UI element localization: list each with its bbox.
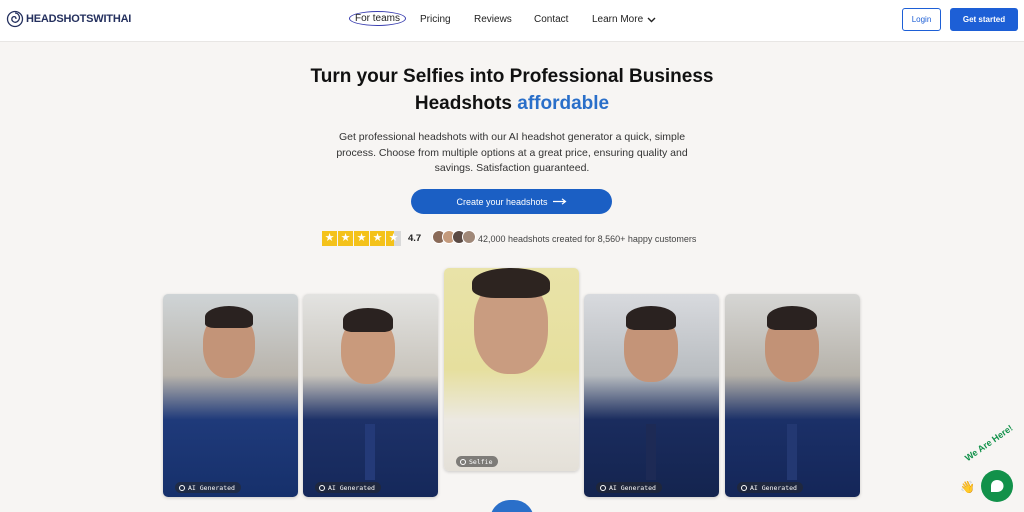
gallery-card-ai-4: AI Generated xyxy=(725,294,860,497)
image-tag-label: AI Generated xyxy=(328,483,375,492)
sparkle-icon xyxy=(600,484,606,491)
headshots-stat: 42,000 headshots created for 8,560+ happ… xyxy=(478,234,697,244)
image-tag-label: AI Generated xyxy=(188,483,235,492)
star-rating: ★ ★ ★ ★ ★ xyxy=(322,231,401,246)
nav-reviews[interactable]: Reviews xyxy=(474,14,512,25)
gallery-card-selfie: Selfie xyxy=(444,268,579,471)
image-tag-label: Selfie xyxy=(469,457,493,466)
chat-button[interactable] xyxy=(981,470,1013,502)
customer-avatars xyxy=(432,230,476,244)
get-started-button[interactable]: Get started xyxy=(950,8,1018,31)
nav-learn-more-label: Learn More xyxy=(592,14,644,25)
brand-logo[interactable]: HEADSHOTSWITHAI xyxy=(6,10,131,28)
image-tag: AI Generated xyxy=(315,482,381,493)
create-headshots-button[interactable]: Create your headshots xyxy=(411,189,612,214)
sparkle-icon xyxy=(319,484,325,491)
star-icon: ★ xyxy=(322,231,337,246)
hero-title-line2: Headshots affordable xyxy=(0,93,1024,115)
next-section-avatar xyxy=(490,500,534,512)
image-tag: AI Generated xyxy=(175,482,241,493)
gallery-card-ai-1: AI Generated xyxy=(163,294,298,497)
sparkle-icon xyxy=(741,484,747,491)
waving-hand-icon: 👋 xyxy=(960,480,975,494)
hero-title-line1: Turn your Selfies into Professional Busi… xyxy=(310,66,714,87)
gallery-card-ai-3: AI Generated xyxy=(584,294,719,497)
nav-for-teams[interactable]: For teams xyxy=(349,11,407,26)
avatar xyxy=(462,230,476,244)
star-half-icon: ★ xyxy=(386,231,401,246)
spiral-logo-icon xyxy=(6,10,24,28)
image-tag-label: AI Generated xyxy=(609,483,656,492)
star-icon: ★ xyxy=(338,231,353,246)
arrow-right-icon xyxy=(552,198,567,205)
chat-bubble-icon xyxy=(991,480,1004,492)
cta-label: Create your headshots xyxy=(456,196,548,207)
chevron-down-icon xyxy=(647,17,656,22)
chat-callout: We Are Here! xyxy=(963,422,1015,464)
hero-title-prefix: Headshots xyxy=(414,93,518,114)
star-icon: ★ xyxy=(354,231,369,246)
image-tag: AI Generated xyxy=(596,482,662,493)
image-tag-label: AI Generated xyxy=(750,483,797,492)
sparkle-icon xyxy=(179,484,185,491)
login-button[interactable]: Login xyxy=(902,8,941,31)
image-tag: AI Generated xyxy=(737,482,803,493)
gallery-card-ai-2: AI Generated xyxy=(303,294,438,497)
nav-learn-more[interactable]: Learn More xyxy=(592,14,656,25)
rating-value: 4.7 xyxy=(408,233,422,244)
hero-title-accent: affordable xyxy=(517,93,610,114)
brand-name: HEADSHOTSWITHAI xyxy=(26,13,132,25)
image-tag: Selfie xyxy=(456,456,499,467)
hero-subtitle: Get professional headshots with our AI h… xyxy=(336,131,688,174)
nav-pricing[interactable]: Pricing xyxy=(420,14,451,25)
site-header: HEADSHOTSWITHAI For teams Pricing Review… xyxy=(0,0,1024,42)
nav-contact[interactable]: Contact xyxy=(534,14,568,25)
star-icon: ★ xyxy=(370,231,385,246)
image-icon xyxy=(460,458,466,465)
